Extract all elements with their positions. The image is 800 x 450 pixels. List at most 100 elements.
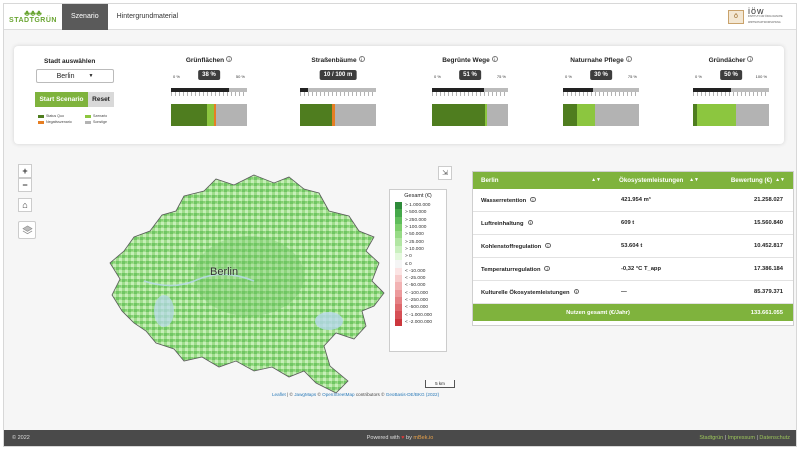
row-amount: 609 t (621, 220, 635, 226)
slider-track[interactable] (300, 88, 376, 92)
info-icon[interactable]: i (530, 196, 536, 202)
start-scenario-button[interactable]: Start Scenario (35, 92, 88, 107)
stacked-bar-segment (576, 104, 595, 126)
legend-title: Gesamt (€) (404, 193, 432, 199)
zoom-in-button[interactable]: + (18, 164, 32, 178)
col-header-city[interactable]: Berlin ▲▼ (473, 177, 605, 184)
slider-max: 75 % (496, 74, 506, 79)
legend-label: ≤ 0 (405, 261, 412, 267)
slider-group-begruente-wege: Begrünte Wege i 0 % 51 % 75 % (432, 56, 508, 126)
legend-label: > 250.000 (405, 217, 427, 223)
legend-item: Negativszenario (38, 120, 81, 124)
jawg-link[interactable]: JawgMaps (294, 392, 316, 397)
row-name: Kohlenstoffregulation (481, 243, 542, 250)
col-header-valuation[interactable]: Bewertung (€) ▲▼ (703, 177, 793, 184)
tab-hintergrundmaterial[interactable]: Hintergrundmaterial (108, 4, 187, 30)
slider-value: 51 % (459, 70, 481, 80)
slider-value: 38 % (198, 70, 220, 80)
logo-text: STADTGRÜN (9, 17, 57, 24)
legend-row: < -25.000 (395, 274, 432, 283)
stacked-bar (432, 104, 508, 126)
table-row: Temperaturregulation i -0,32 °C T_app 17.… (473, 258, 793, 281)
row-amount: -0,32 °C T_app (621, 266, 662, 272)
powered-by-link[interactable]: mBek.io (413, 435, 433, 441)
map-view[interactable]: + − ⌂ ⇲ Berlin Gesamt (€) > 1.000.000 > … (14, 156, 464, 406)
osm-link[interactable]: OpenStreetMap (322, 392, 354, 397)
leaflet-link[interactable]: Leaflet (272, 392, 286, 397)
info-icon[interactable]: i (527, 219, 534, 225)
slider-group-gruenflaechen: Grünflächen i 0 % 38 % 50 % (171, 56, 247, 126)
legend-swatch (395, 318, 402, 327)
stacked-bar (693, 104, 769, 126)
info-icon[interactable]: i (747, 56, 754, 62)
scenario-panel: Stadt auswählen Berlin ▼ Start Scenario … (14, 46, 784, 144)
slider-title: Straßenbäume (311, 57, 357, 64)
tab-szenario[interactable]: Szenario (62, 4, 108, 30)
sort-icon: ▲▼ (775, 177, 785, 183)
legend-label: > 500.000 (405, 210, 427, 216)
footer-link-impressum[interactable]: Impressum (728, 435, 755, 441)
zoom-out-button[interactable]: − (18, 178, 32, 192)
app-logo[interactable]: ♣♣♣ STADTGRÜN (4, 4, 62, 30)
slider-min: 0 % (565, 74, 572, 79)
legend-label: > 25.000 (405, 239, 424, 245)
legend-row: > 500.000 (395, 209, 432, 217)
info-icon[interactable]: i (625, 56, 632, 62)
slider-title: Grünflächen (185, 57, 225, 64)
slider-track[interactable] (693, 88, 769, 92)
footer-link-datenschutz[interactable]: Datenschutz (759, 435, 790, 441)
info-icon[interactable]: i (491, 56, 498, 62)
info-icon[interactable]: i (573, 288, 580, 294)
slider-track[interactable] (563, 88, 639, 92)
map-legend: Gesamt (€) > 1.000.000 > 500.000 > 250.000… (389, 189, 447, 352)
legend-label: > 10.000 (405, 246, 424, 252)
col-header-services[interactable]: Ökosystemleistungen ▲▼ (605, 177, 703, 184)
info-icon[interactable]: i (545, 242, 551, 248)
scale-bar: 5 km (425, 380, 455, 388)
footer-link-stadtgruen[interactable]: Stadtgrün (699, 435, 723, 441)
slider-fill (432, 88, 484, 92)
row-value: 15.560.840 (753, 220, 783, 226)
tree-logo-icon: ♣♣♣ (24, 8, 42, 18)
legend-swatch (38, 120, 44, 124)
map-city-label: Berlin (210, 266, 239, 278)
slider-fill (171, 88, 229, 92)
info-icon[interactable]: i (544, 265, 550, 271)
legend-label: > 100.000 (405, 225, 427, 231)
legend-label: > 50.000 (405, 232, 424, 238)
legend-swatch (395, 238, 402, 246)
stacked-bar-segment (486, 104, 508, 126)
slider-ticks (171, 92, 247, 96)
caret-down-icon: ▼ (88, 73, 94, 79)
info-icon[interactable]: i (226, 56, 233, 62)
sort-icon: ▲▼ (591, 177, 601, 183)
stacked-bar-segment (432, 104, 486, 126)
legend-label: < -25.000 (405, 276, 426, 282)
slider-track[interactable] (432, 88, 508, 92)
slider-track[interactable] (171, 88, 247, 92)
legend-swatch (85, 114, 91, 118)
legend-swatch (395, 253, 402, 261)
legend-swatch (395, 216, 402, 224)
table-row: Kohlenstoffregulation i 53.604 t 10.452.8… (473, 235, 793, 258)
legend-row: < -2.000.000 (395, 318, 432, 327)
slider-max: 100 % (755, 74, 767, 79)
slider-value: 30 % (590, 70, 612, 80)
layers-icon[interactable] (18, 221, 36, 239)
legend-swatch (395, 267, 402, 275)
slider-fill (693, 88, 731, 92)
partner-logo[interactable]: ö iöw INSTITUT FÜR ÖKOLOGISCHE WIRTSCHAF… (728, 7, 788, 26)
legend-swatch (395, 282, 402, 290)
share-icon[interactable]: ⇲ (438, 166, 452, 180)
stacked-bar-segment (594, 104, 639, 126)
stacked-bar-segment (334, 104, 376, 126)
legend-label: < -250.000 (405, 298, 429, 303)
reset-button[interactable]: Reset (88, 92, 114, 107)
geobasis-link[interactable]: GeoBasis-DE/BKG (2022) (386, 392, 439, 397)
info-icon[interactable]: i (358, 56, 365, 62)
city-select[interactable]: Berlin ▼ (36, 69, 114, 83)
slider-group-naturnahe-pflege: Naturnahe Pflege i 0 % 30 % 75 % (563, 56, 639, 126)
home-button[interactable]: ⌂ (18, 198, 32, 212)
slider-min: 0 % (173, 74, 180, 79)
legend-swatch (395, 304, 402, 312)
